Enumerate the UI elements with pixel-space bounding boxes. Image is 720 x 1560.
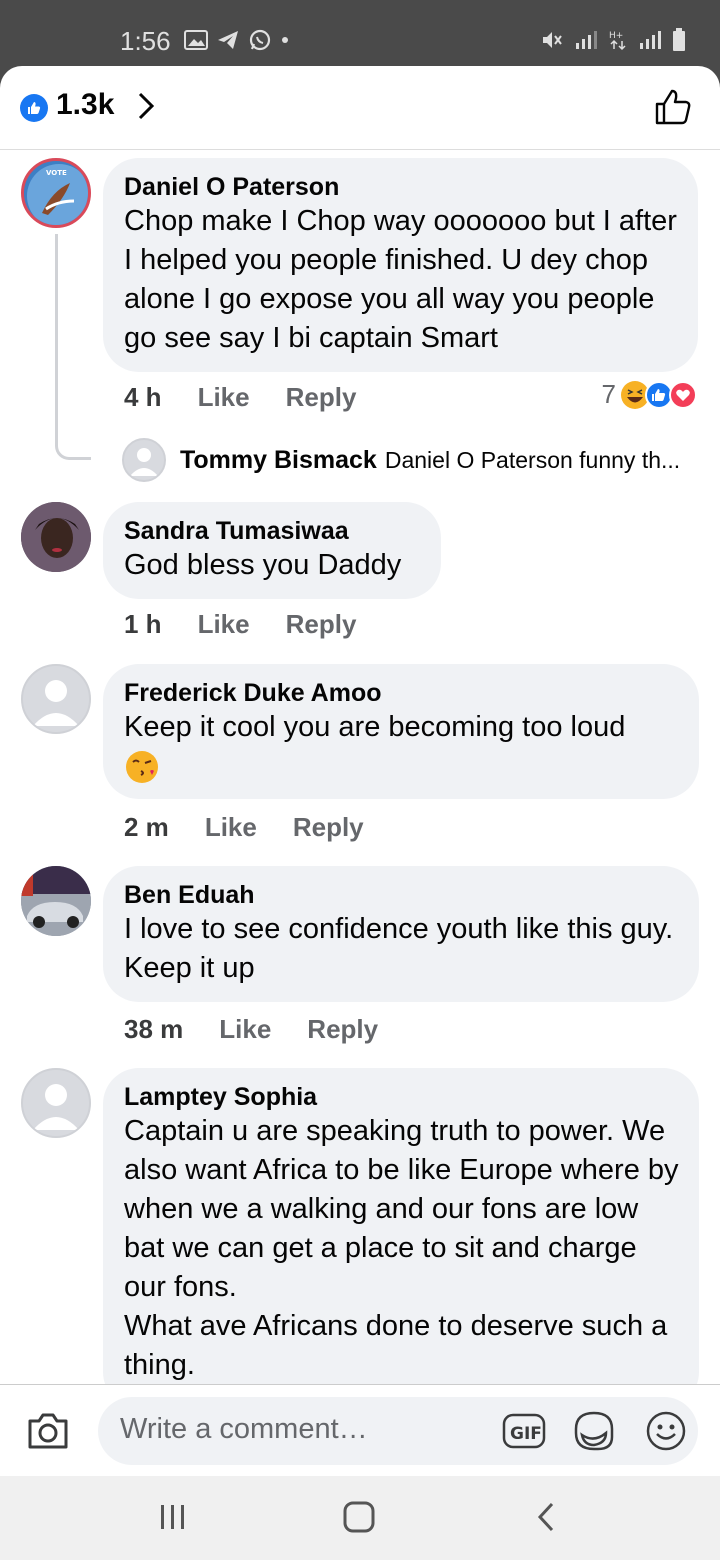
avatar[interactable] [122,438,166,482]
reply-thread-line [55,234,91,460]
comment-bubble[interactable]: Sandra Tumasiwaa God bless you Daddy [103,502,441,599]
telegram-icon [218,31,238,49]
gallery-icon [184,30,208,50]
mute-icon [543,32,562,48]
recent-apps-icon[interactable] [158,1500,188,1534]
avatar[interactable] [21,866,91,936]
comment-time: 38 m [124,1014,184,1044]
comment-author[interactable]: Ben Eduah [124,880,679,910]
comments-sheet: 1.3k VOTE Daniel O Paterson Chop make I … [0,66,720,1476]
comment-text: Keep it cool you are becoming too loud [124,711,626,743]
svg-text:H+: H+ [609,31,623,41]
comment-reactions[interactable]: 7 [602,379,698,410]
comment-actions: 4 h Like Reply [124,382,392,413]
reply-text: Daniel O Paterson funny th... [384,446,681,473]
kissing-emoji-icon [126,751,158,783]
whatsapp-icon [249,29,271,51]
reply-button[interactable]: Reply [293,812,364,843]
dot-icon [282,37,288,43]
comment-actions: 2 m Like Reply [124,812,400,843]
reactions-header: 1.3k [0,66,720,150]
home-icon[interactable] [342,1500,376,1534]
reply-button[interactable]: Reply [307,1014,378,1045]
gif-icon[interactable]: GIF [502,1411,546,1451]
reply-preview[interactable]: Tommy Bismack Daniel O Paterson funny th… [122,438,680,482]
comment-author[interactable]: Daniel O Paterson [124,172,678,202]
comment-reaction-count: 7 [601,379,616,409]
comment-list: VOTE Daniel O Paterson Chop make I Chop … [0,150,720,1384]
comment-author[interactable]: Lamptey Sophia [124,1082,679,1112]
comment-time: 2 m [124,812,169,842]
avatar[interactable] [21,1068,91,1138]
comment-composer: Write a comment… GIF [0,1384,720,1476]
comment-text: Captain u are speaking truth to power. W… [124,1115,679,1381]
network-hplus-icon: H+ [609,31,626,51]
comment-author[interactable]: Sandra Tumasiwaa [124,516,421,546]
signal-icon-2 [640,31,661,49]
reply-button[interactable]: Reply [286,609,357,640]
signal-icon [576,31,597,49]
like-button[interactable]: Like [219,1014,271,1045]
reply-author[interactable]: Tommy Bismack [180,446,377,475]
comment-text: I love to see confidence youth like this… [124,913,690,984]
svg-text:GIF: GIF [510,1424,542,1444]
reply-button[interactable]: Reply [286,382,357,413]
comment-input-placeholder: Write a comment… [120,1413,368,1445]
chevron-right-icon[interactable] [136,90,156,122]
avatar[interactable] [21,664,91,734]
comment-bubble[interactable]: Daniel O Paterson Chop make I Chop way o… [103,158,698,372]
like-button[interactable]: Like [205,812,257,843]
comment-bubble[interactable]: Lamptey Sophia Captain u are speaking tr… [103,1068,699,1384]
comment-text: God bless you Daddy [124,549,402,581]
camera-icon[interactable] [26,1411,70,1451]
avatar[interactable] [21,502,91,572]
sticker-icon[interactable] [572,1409,616,1453]
battery-icon [673,28,685,51]
comment-bubble[interactable]: Frederick Duke Amoo Keep it cool you are… [103,664,699,799]
avatar[interactable]: VOTE [21,158,91,228]
comment-author[interactable]: Frederick Duke Amoo [124,678,679,708]
comment-actions: 1 h Like Reply [124,609,392,640]
status-time: 1:56 [120,26,171,56]
comment-input[interactable]: Write a comment… GIF [98,1397,698,1465]
emoji-icon[interactable] [644,1409,688,1453]
like-button[interactable]: Like [198,609,250,640]
like-button-icon[interactable] [654,88,692,126]
like-reaction-icon [20,94,48,122]
comment-time: 4 h [124,382,162,412]
comment-actions: 38 m Like Reply [124,1014,414,1045]
reaction-count[interactable]: 1.3k [56,88,114,122]
back-icon[interactable] [534,1500,558,1534]
system-nav-bar [0,1476,720,1560]
comment-bubble[interactable]: Ben Eduah I love to see confidence youth… [103,866,699,1002]
svg-text:VOTE: VOTE [46,169,67,177]
comment-time: 1 h [124,609,162,639]
comment-text: Chop make I Chop way ooooooo but I after… [124,205,686,354]
like-button[interactable]: Like [198,382,250,413]
love-reaction-icon [669,380,697,409]
